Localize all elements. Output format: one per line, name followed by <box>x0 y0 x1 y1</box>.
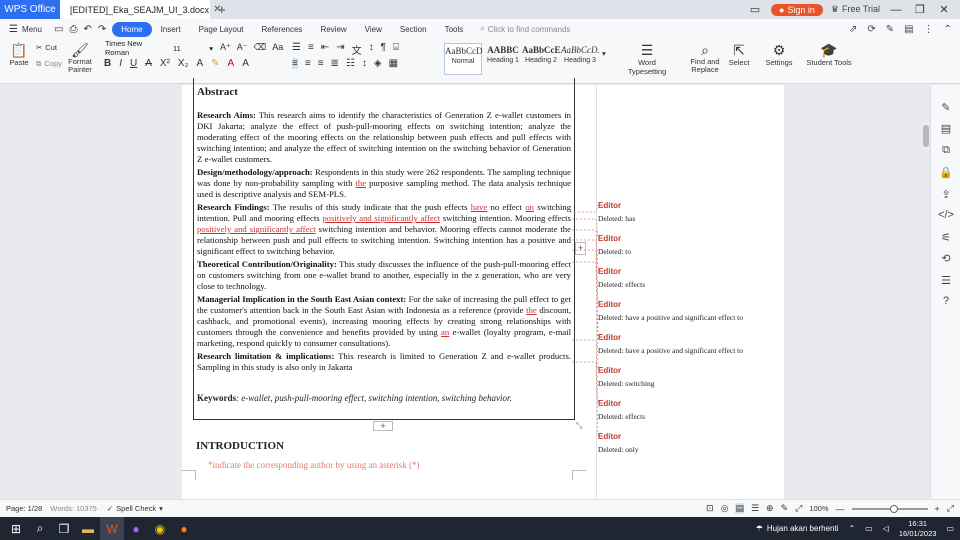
windows-taskbar: ⊞ ⌕ ❐ ▬ W ● ◉ ● ☂ Hujan akan berhenti ⌃ ▭… <box>0 517 960 540</box>
zoom-level[interactable]: 100% <box>809 504 828 513</box>
clock[interactable]: 16:31 16/01/2023 <box>899 519 937 539</box>
spell-check-button[interactable]: ✓ Spell Check ▾ <box>107 504 163 513</box>
comment-author: Editor <box>598 234 622 243</box>
volume-icon[interactable]: ◁ <box>883 524 889 533</box>
spell-check-label: Spell Check <box>116 504 157 513</box>
weather-widget[interactable]: ☂ Hujan akan berhenti <box>756 524 839 533</box>
comment-author: Editor <box>598 333 622 342</box>
notification-icon[interactable]: ▭ <box>946 524 954 533</box>
zoom-out-icon[interactable]: — <box>836 504 845 514</box>
weather-text: Hujan akan berhenti <box>766 524 839 533</box>
code-icon[interactable]: </> <box>931 209 960 221</box>
pen-icon[interactable]: ✎ <box>931 101 960 114</box>
windows-start-icon[interactable]: ⊞ <box>4 517 28 540</box>
spell-check-icon: ✓ <box>106 504 114 513</box>
comment-card[interactable]: Editor Deleted: have a positive and signi… <box>598 333 778 355</box>
comment-card[interactable]: Editor Deleted: effects <box>598 399 778 421</box>
chevron-down-icon: ▾ <box>159 504 163 513</box>
sliders-icon[interactable]: ⚟ <box>931 231 960 244</box>
task-view-icon[interactable]: ❐ <box>52 517 76 540</box>
zoom-slider-thumb[interactable] <box>889 504 898 513</box>
web-view-icon[interactable]: ⊕ <box>766 503 774 514</box>
clock-date: 16/01/2023 <box>898 528 937 538</box>
history-icon[interactable]: ⟲ <box>931 252 960 265</box>
fit-page-icon[interactable]: ⤢ <box>795 503 802 514</box>
help-icon[interactable]: ? <box>931 295 960 307</box>
outline-view-icon[interactable]: ☰ <box>751 503 759 514</box>
comment-text: Deleted: to <box>598 247 632 256</box>
comment-author: Editor <box>598 432 622 441</box>
search-icon[interactable]: ⌕ <box>28 517 52 540</box>
read-mode-icon[interactable]: ⊡ <box>706 503 714 514</box>
focus-icon[interactable]: ◎ <box>721 503 729 514</box>
eye-protect-icon[interactable]: ✎ <box>781 503 789 514</box>
right-tool-panel: ✎ ▤ ⧉ 🔒 ⇪ </> ⚟ ⟲ ☰ ? <box>930 85 960 499</box>
comment-text: Deleted: effects <box>598 280 646 289</box>
comment-text: Deleted: has <box>598 214 636 223</box>
share-icon[interactable]: ⇪ <box>931 188 960 201</box>
word-count[interactable]: Words: 10375 <box>50 504 97 513</box>
network-icon[interactable]: ▭ <box>865 524 873 533</box>
comment-author: Editor <box>598 399 622 408</box>
comment-text: Deleted: switching <box>598 379 655 388</box>
status-bar: Page: 1/28 Words: 10375 ✓ Spell Check ▾ ⊡ … <box>0 499 960 517</box>
comment-author: Editor <box>598 267 622 276</box>
lock-icon[interactable]: 🔒 <box>931 166 960 179</box>
chrome-icon[interactable]: ◉ <box>148 517 172 540</box>
comment-text: Deleted: only <box>598 445 639 454</box>
comment-text: Deleted: have a positive and significant… <box>598 313 744 322</box>
comment-card[interactable]: Editor Deleted: effects <box>598 267 778 289</box>
zoom-slider[interactable] <box>851 504 928 513</box>
comment-text: Deleted: effects <box>598 412 646 421</box>
chevron-up-icon[interactable]: ⌃ <box>848 524 855 533</box>
comment-text: Deleted: have a positive and significant… <box>598 346 744 355</box>
wps-icon[interactable]: W <box>100 517 124 540</box>
zoom-in-icon[interactable]: + <box>935 504 940 514</box>
page-view-icon[interactable]: ▤ <box>735 503 744 514</box>
comment-card[interactable]: Editor Deleted: has <box>598 201 778 223</box>
comment-author: Editor <box>598 201 622 210</box>
comment-card[interactable]: Editor Deleted: only <box>598 432 778 454</box>
comment-author: Editor <box>598 300 622 309</box>
full-screen-icon[interactable]: ⤢ <box>947 503 954 514</box>
page-indicator[interactable]: Page: 1/28 <box>6 504 42 513</box>
clock-time: 16:31 <box>908 518 928 528</box>
comment-card[interactable]: Editor Deleted: have a positive and signi… <box>598 300 778 322</box>
comment-card[interactable]: Editor Deleted: switching <box>598 366 778 388</box>
firefox-icon[interactable]: ● <box>172 517 196 540</box>
tune-icon[interactable]: ☰ <box>931 274 960 287</box>
rain-icon: ☂ <box>755 524 763 533</box>
comment-card[interactable]: Editor Deleted: to <box>598 234 778 256</box>
copy-icon[interactable]: ⧉ <box>931 144 960 157</box>
app-icon[interactable]: ● <box>124 517 148 540</box>
comment-connectors <box>570 204 599 437</box>
file-explorer-icon[interactable]: ▬ <box>76 517 100 540</box>
document-icon[interactable]: ▤ <box>931 122 960 135</box>
comment-author: Editor <box>598 366 622 375</box>
